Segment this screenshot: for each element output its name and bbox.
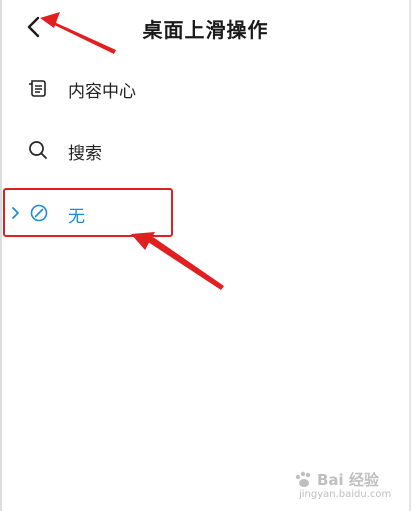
option-content-center[interactable]: 内容中心 <box>0 64 411 114</box>
header: 桌面上滑操作 <box>0 0 411 56</box>
content-center-icon <box>29 80 46 97</box>
paw-logo-icon <box>295 471 311 487</box>
option-label: 内容中心 <box>68 82 136 102</box>
annotation-highlight-box <box>3 188 173 237</box>
watermark-url: jingyan.baidu.com <box>299 489 392 500</box>
option-label: 搜索 <box>68 144 102 164</box>
watermark-brand: Bai 经验 <box>317 471 379 489</box>
page-title: 桌面上滑操作 <box>142 18 269 42</box>
search-icon <box>29 141 47 159</box>
option-search[interactable]: 搜索 <box>0 126 411 176</box>
watermark: Bai 经验 jingyan.baidu.com <box>287 469 405 503</box>
